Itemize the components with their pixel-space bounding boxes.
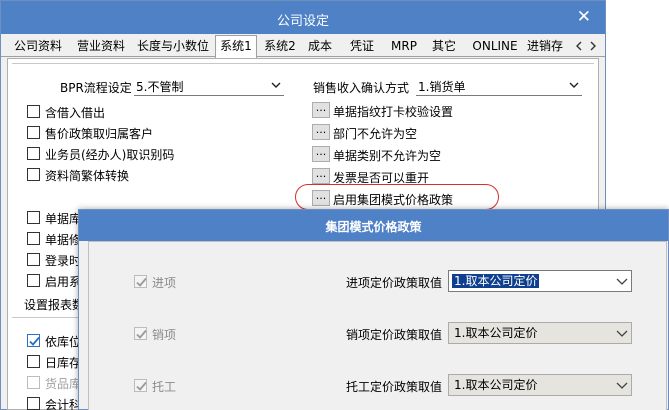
checkbox-salesperson-code[interactable] (27, 147, 40, 160)
checkbox-salesperson-code-label: 业务员(经办人)取识别码 (45, 148, 175, 162)
checkbox-borrow-lend-label: 含借入借出 (45, 106, 106, 120)
checkbox-sales (134, 327, 147, 340)
doc-category-required-label: 单据类别不允许为空 (333, 149, 442, 163)
check-icon (136, 329, 147, 339)
department-required-button[interactable]: ... (312, 124, 330, 140)
check-icon (29, 336, 40, 346)
tab-system2[interactable]: 系统2 (259, 37, 301, 57)
report-settings-label: 设置报表数 (24, 298, 85, 312)
checkbox-daily-inventory-label: 日库存 (45, 356, 82, 370)
checkbox-document-db-label: 单据库 (45, 212, 82, 226)
sales-price-select[interactable]: 1.取本公司定价 (448, 322, 632, 344)
sales-confirm-select[interactable]: 1.销货单 (416, 76, 582, 96)
group-price-policy-dialog: 集团模式价格政策 进项 进项定价政策取值 1.取本公司定价 销项 销项定价政策取… (78, 209, 669, 410)
checkbox-login-label: 登录时 (45, 254, 82, 268)
department-required-label: 部门不允许为空 (333, 127, 418, 141)
group-divider (12, 63, 594, 64)
close-icon[interactable]: ✕ (577, 7, 591, 27)
checkbox-daily-inventory[interactable] (27, 355, 40, 368)
tab-cost[interactable]: 成本 (305, 37, 335, 57)
chevron-down-icon (616, 382, 628, 389)
checkbox-product-stock (27, 376, 40, 389)
checkbox-login[interactable] (27, 253, 40, 266)
dialog-title-bar: 集团模式价格政策 (79, 210, 668, 241)
checkbox-enable-system[interactable] (27, 274, 40, 287)
bpr-value: 5.不管制 (136, 80, 184, 94)
tab-length-decimals[interactable]: 长度与小数位 (133, 37, 213, 57)
checkbox-document-edit[interactable] (27, 232, 40, 245)
tab-system1[interactable]: 系统1 (215, 35, 257, 58)
tab-business-info[interactable]: 营业资料 (73, 37, 129, 57)
checkbox-by-location[interactable] (27, 334, 40, 347)
tab-other[interactable]: 其它 (429, 37, 459, 57)
fingerprint-settings-button[interactable]: ... (312, 102, 330, 118)
tab-inventory[interactable]: 进销存 (525, 37, 565, 57)
doc-category-required-button[interactable]: ... (312, 146, 330, 162)
purchase-price-select[interactable]: 1.取本公司定价 (448, 270, 632, 292)
checkbox-by-location-label: 依库位 (45, 335, 82, 349)
chevron-down-icon (569, 82, 579, 88)
chevron-down-icon (616, 330, 628, 337)
dialog-title: 集团模式价格政策 (325, 220, 422, 234)
chevron-down-icon (616, 278, 628, 285)
checkbox-purchase-label: 进项 (152, 276, 177, 290)
checkbox-simp-trad-convert[interactable] (27, 168, 40, 181)
sales-confirm-value: 1.销货单 (418, 80, 466, 94)
tab-mrp[interactable]: MRP (389, 37, 419, 57)
checkbox-product-stock-label: 货品库 (45, 377, 82, 391)
window-title-bar: 公司设定 ✕ (1, 1, 605, 34)
invoice-reopen-button[interactable]: ... (312, 168, 330, 184)
chevron-down-icon (271, 82, 281, 88)
bpr-label: BPR流程设定 (60, 81, 132, 95)
checkbox-simp-trad-convert-label: 资料简繁体转换 (45, 169, 130, 183)
checkbox-outsource (134, 379, 147, 392)
checkbox-accounting[interactable] (27, 397, 40, 410)
purchase-price-label: 进项定价政策取值 (346, 276, 443, 290)
tab-company-info[interactable]: 公司资料 (9, 37, 67, 57)
outsource-price-label: 托工定价政策取值 (346, 380, 443, 394)
tab-scroll-left-icon[interactable] (573, 39, 585, 53)
fingerprint-settings-label: 单据指纹打卡校验设置 (333, 105, 454, 119)
checkbox-sales-label: 销项 (152, 328, 177, 342)
checkbox-purchase (134, 275, 147, 288)
bpr-select[interactable]: 5.不管制 (134, 76, 284, 96)
tab-scroll-right-icon[interactable] (587, 39, 599, 53)
checkbox-borrow-lend[interactable] (27, 105, 40, 118)
outsource-price-value: 1.取本公司定价 (454, 378, 538, 392)
checkbox-price-policy-customer[interactable] (27, 126, 40, 139)
sales-confirm-label: 销售收入确认方式 (313, 81, 410, 95)
highlight-annotation (295, 184, 499, 210)
checkbox-accounting-label: 会计科 (45, 398, 82, 410)
check-icon (136, 277, 147, 287)
checkbox-price-policy-customer-label: 售价政策取归属客户 (45, 127, 154, 141)
check-icon (136, 381, 147, 391)
checkbox-document-db[interactable] (27, 211, 40, 224)
tab-strip: 公司资料 营业资料 长度与小数位 系统1 系统2 成本 凭证 MRP 其它 ON… (1, 35, 605, 58)
window-title: 公司设定 (276, 14, 329, 29)
dialog-body: 进项 进项定价政策取值 1.取本公司定价 销项 销项定价政策取值 1.取本公司定… (88, 241, 667, 410)
checkbox-outsource-label: 托工 (152, 380, 177, 394)
tab-online[interactable]: ONLINE (471, 37, 519, 57)
checkbox-enable-system-label: 启用系 (45, 275, 82, 289)
tab-voucher[interactable]: 凭证 (347, 37, 377, 57)
sales-price-value: 1.取本公司定价 (454, 326, 538, 340)
checkbox-document-edit-label: 单据修 (45, 233, 82, 247)
group-divider (12, 317, 82, 318)
purchase-price-value: 1.取本公司定价 (452, 274, 540, 288)
sales-price-label: 销项定价政策取值 (346, 328, 443, 342)
outsource-price-select[interactable]: 1.取本公司定价 (448, 374, 632, 396)
